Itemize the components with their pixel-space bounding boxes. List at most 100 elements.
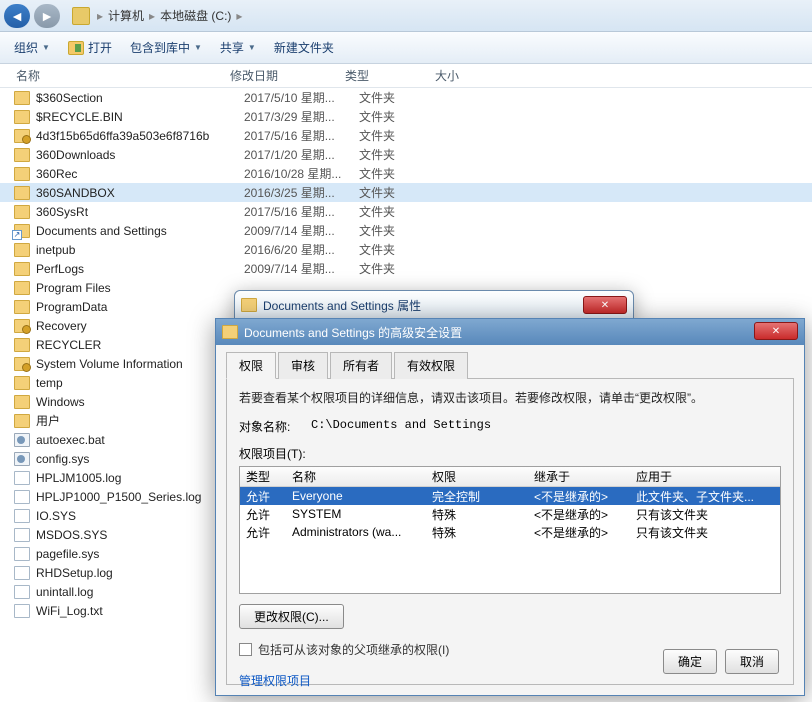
object-name-value: C:\Documents and Settings — [311, 418, 491, 435]
file-date: 2017/5/16 星期... — [244, 127, 359, 144]
perm-type: 允许 — [240, 488, 292, 505]
close-button[interactable]: ✕ — [754, 322, 798, 340]
file-row[interactable]: PerfLogs2009/7/14 星期...文件夹 — [0, 259, 812, 278]
file-icon — [14, 566, 30, 580]
col-type[interactable]: 类型 — [240, 468, 292, 485]
file-sys-icon — [14, 433, 30, 447]
file-type: 文件夹 — [359, 184, 449, 201]
back-button[interactable]: ◄ — [4, 4, 30, 28]
tab-effective[interactable]: 有效权限 — [394, 352, 468, 379]
chevron-right-icon: ▸ — [146, 9, 158, 23]
share-menu[interactable]: 共享▼ — [214, 36, 262, 59]
tab-audit[interactable]: 审核 — [278, 352, 328, 379]
breadcrumb[interactable]: ▸ 计算机 ▸ 本地磁盘 (C:) ▸ — [94, 7, 245, 24]
manage-permissions-link[interactable]: 管理权限项目 — [239, 672, 311, 689]
file-type: 文件夹 — [359, 89, 449, 106]
dialog-titlebar[interactable]: Documents and Settings 属性 ✕ — [235, 291, 633, 319]
file-row[interactable]: 360SANDBOX2016/3/25 星期...文件夹 — [0, 183, 812, 202]
advanced-security-dialog[interactable]: Documents and Settings 的高级安全设置 ✕ 权限 审核 所… — [215, 318, 805, 696]
folder-icon — [241, 298, 257, 312]
permission-list[interactable]: 类型 名称 权限 继承于 应用于 允许Everyone完全控制<不是继承的>此文… — [239, 466, 781, 594]
perm-name: Everyone — [292, 489, 432, 503]
col-applies-to[interactable]: 应用于 — [636, 468, 780, 485]
crumb-drive[interactable]: 本地磁盘 (C:) — [160, 7, 231, 24]
perm-inherit: <不是继承的> — [534, 488, 636, 505]
file-icon — [14, 604, 30, 618]
file-name: $RECYCLE.BIN — [36, 110, 244, 124]
file-row[interactable]: 4d3f15b65d6ffa39a503e6f8716b2017/5/16 星期… — [0, 126, 812, 145]
folder-icon — [14, 414, 30, 428]
perm-inherit: <不是继承的> — [534, 506, 636, 523]
permission-list-header[interactable]: 类型 名称 权限 继承于 应用于 — [240, 467, 780, 487]
file-name: pagefile.sys — [36, 547, 244, 561]
file-date: 2017/3/29 星期... — [244, 108, 359, 125]
file-type: 文件夹 — [359, 108, 449, 125]
info-text: 若要查看某个权限项目的详细信息，请双击该项目。若要修改权限，请单击“更改权限”。 — [239, 389, 781, 406]
folder-icon — [14, 186, 30, 200]
ok-button[interactable]: 确定 — [663, 649, 717, 674]
perm-apply: 只有该文件夹 — [636, 506, 780, 523]
file-name: WiFi_Log.txt — [36, 604, 244, 618]
file-date: 2017/5/16 星期... — [244, 203, 359, 220]
folder-icon — [14, 110, 30, 124]
address-bar: ◄ ► ▸ 计算机 ▸ 本地磁盘 (C:) ▸ — [0, 0, 812, 32]
file-row[interactable]: 360SysRt2017/5/16 星期...文件夹 — [0, 202, 812, 221]
file-date: 2017/5/10 星期... — [244, 89, 359, 106]
new-folder-button[interactable]: 新建文件夹 — [268, 36, 340, 59]
folder-icon — [14, 148, 30, 162]
permission-row[interactable]: 允许SYSTEM特殊<不是继承的>只有该文件夹 — [240, 505, 780, 523]
file-name: PerfLogs — [36, 262, 244, 276]
file-row[interactable]: inetpub2016/6/20 星期...文件夹 — [0, 240, 812, 259]
col-name[interactable]: 名称 — [0, 67, 230, 84]
crumb-computer[interactable]: 计算机 — [108, 7, 144, 24]
file-name: inetpub — [36, 243, 244, 257]
properties-dialog[interactable]: Documents and Settings 属性 ✕ — [234, 290, 634, 320]
file-row[interactable]: Documents and Settings2009/7/14 星期...文件夹 — [0, 221, 812, 240]
file-name: 用户 — [36, 412, 244, 429]
file-name: ProgramData — [36, 300, 244, 314]
permission-row[interactable]: 允许Everyone完全控制<不是继承的>此文件夹、子文件夹... — [240, 487, 780, 505]
col-date[interactable]: 修改日期 — [230, 67, 345, 84]
file-type: 文件夹 — [359, 165, 449, 182]
include-in-library-menu[interactable]: 包含到库中▼ — [124, 36, 208, 59]
file-row[interactable]: 360Rec2016/10/28 星期...文件夹 — [0, 164, 812, 183]
tab-owner[interactable]: 所有者 — [330, 352, 392, 379]
file-name: Recovery — [36, 319, 244, 333]
file-name: RHDSetup.log — [36, 566, 244, 580]
folder-icon — [14, 167, 30, 181]
folder-open-icon — [68, 41, 84, 55]
forward-button[interactable]: ► — [34, 4, 60, 28]
file-name: Documents and Settings — [36, 224, 244, 238]
dialog-title: Documents and Settings 的高级安全设置 — [244, 324, 798, 341]
object-name-label: 对象名称: — [239, 418, 311, 435]
change-permissions-button[interactable]: 更改权限(C)... — [239, 604, 344, 629]
close-button[interactable]: ✕ — [583, 296, 627, 314]
file-row[interactable]: $RECYCLE.BIN2017/3/29 星期...文件夹 — [0, 107, 812, 126]
folder-icon — [14, 91, 30, 105]
perm-value: 完全控制 — [432, 488, 534, 505]
dialog-titlebar[interactable]: Documents and Settings 的高级安全设置 ✕ — [216, 319, 804, 345]
file-row[interactable]: 360Downloads2017/1/20 星期...文件夹 — [0, 145, 812, 164]
column-headers[interactable]: 名称 修改日期 类型 大小 — [0, 64, 812, 88]
open-button[interactable]: 打开 — [62, 36, 118, 59]
file-name: Windows — [36, 395, 244, 409]
tab-permissions[interactable]: 权限 — [226, 352, 276, 379]
col-inherited[interactable]: 继承于 — [534, 468, 636, 485]
col-permission[interactable]: 权限 — [432, 468, 534, 485]
file-name: unintall.log — [36, 585, 244, 599]
organize-menu[interactable]: 组织▼ — [8, 36, 56, 59]
file-date: 2017/1/20 星期... — [244, 146, 359, 163]
perm-apply: 只有该文件夹 — [636, 524, 780, 541]
file-icon — [14, 585, 30, 599]
folder-lock-icon — [14, 357, 30, 371]
col-name[interactable]: 名称 — [292, 468, 432, 485]
col-type[interactable]: 类型 — [345, 67, 435, 84]
col-size[interactable]: 大小 — [435, 67, 515, 84]
file-name: $360Section — [36, 91, 244, 105]
perm-type: 允许 — [240, 506, 292, 523]
inherit-checkbox[interactable] — [239, 643, 252, 656]
cancel-button[interactable]: 取消 — [725, 649, 779, 674]
file-row[interactable]: $360Section2017/5/10 星期...文件夹 — [0, 88, 812, 107]
file-type: 文件夹 — [359, 222, 449, 239]
permission-row[interactable]: 允许Administrators (wa...特殊<不是继承的>只有该文件夹 — [240, 523, 780, 541]
